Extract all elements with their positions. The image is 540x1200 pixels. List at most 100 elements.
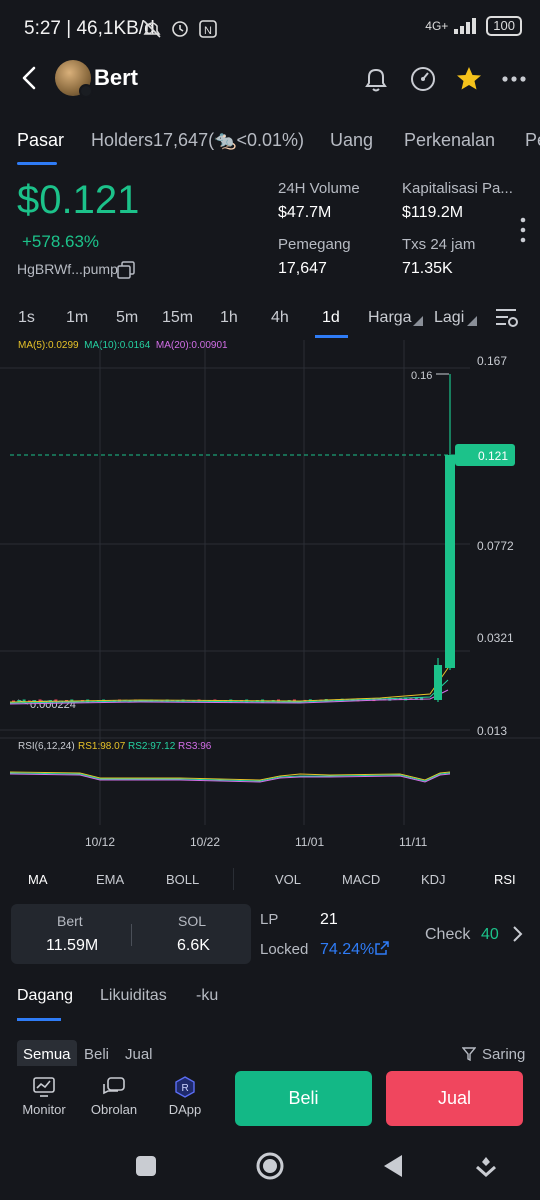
dapp-icon: R xyxy=(175,1076,195,1098)
bottom-action-bar: Monitor Obrolan R DApp Beli Jual xyxy=(0,1066,540,1132)
stat-label-holders: Pemegang xyxy=(278,236,351,253)
indicator-kdj[interactable]: KDJ xyxy=(421,872,446,887)
nav-chat-label: Obrolan xyxy=(90,1102,138,1117)
copy-icon[interactable] xyxy=(117,261,135,279)
interval-1h[interactable]: 1h xyxy=(220,309,238,327)
interval-1d[interactable]: 1d xyxy=(322,309,340,327)
x-axis-label: 10/22 xyxy=(190,835,221,849)
star-icon[interactable] xyxy=(454,64,484,94)
back-nav-icon[interactable] xyxy=(381,1153,405,1179)
y-axis-label: 0.0772 xyxy=(477,539,514,553)
status-bar: 5:27 | 46,1KB/d N 4G+ 100 xyxy=(0,0,540,56)
nav-monitor-label: Monitor xyxy=(22,1102,66,1117)
stat-label-volume: 24H Volume xyxy=(278,180,360,197)
pool-pair-amount: 6.6K xyxy=(177,937,210,954)
nav-monitor[interactable]: Monitor xyxy=(14,1076,74,1117)
buy-button[interactable]: Beli xyxy=(235,1071,372,1126)
rsi-title: RSI(6,12,24) xyxy=(18,741,75,752)
tab-holders[interactable]: Holders17,647(🐀<0.01%) xyxy=(91,130,304,151)
status-notification-icons: N xyxy=(143,20,217,38)
tab-intro[interactable]: Perkenalan xyxy=(404,130,495,151)
indicator-ema[interactable]: EMA xyxy=(96,872,124,887)
home-icon[interactable] xyxy=(255,1151,285,1181)
interval-indicator xyxy=(315,335,348,338)
subtab-trades[interactable]: Dagang xyxy=(17,987,73,1005)
indicator-rsi[interactable]: RSI xyxy=(494,872,516,887)
subtab-liquidity[interactable]: Likuiditas xyxy=(100,987,167,1005)
pool-token-name: Bert xyxy=(57,913,83,929)
price-type-dropdown[interactable]: Harga xyxy=(368,309,412,327)
liquidity-pool-card: Bert 11.59M SOL 6.6K xyxy=(11,904,251,964)
external-link-icon[interactable] xyxy=(374,940,390,956)
price-change: +578.63% xyxy=(22,232,100,251)
x-axis-label: 11/01 xyxy=(295,835,325,849)
more-icon[interactable] xyxy=(499,64,529,94)
indicator-boll[interactable]: BOLL xyxy=(166,872,199,887)
interval-15m[interactable]: 15m xyxy=(162,309,193,327)
sell-button[interactable]: Jual xyxy=(386,1071,523,1126)
network-indicator: 4G+ xyxy=(425,19,449,33)
nav-dapp[interactable]: R DApp xyxy=(155,1076,215,1117)
recent-apps-icon[interactable] xyxy=(134,1154,158,1178)
tab-more[interactable]: Pe xyxy=(525,130,540,151)
assist-icon[interactable] xyxy=(474,1154,498,1178)
svg-text:R: R xyxy=(182,1083,189,1094)
token-price: $0.121 xyxy=(17,178,140,222)
lp-value: 21 xyxy=(320,911,338,928)
indicator-vol[interactable]: VOL xyxy=(275,872,301,887)
locked-value[interactable]: 74.24% xyxy=(320,941,374,959)
check-score[interactable]: 40 xyxy=(481,926,499,944)
tab-indicator xyxy=(17,162,57,165)
nav-chat[interactable]: Obrolan xyxy=(84,1076,144,1117)
tab-money[interactable]: Uang xyxy=(330,130,373,151)
gauge-icon[interactable] xyxy=(408,64,438,94)
stats-more-icon[interactable] xyxy=(518,216,528,244)
check-label[interactable]: Check xyxy=(425,926,470,944)
battery-icon: 100 xyxy=(486,16,522,36)
x-axis-label: 11/11 xyxy=(399,835,428,849)
stat-value-txs: 71.35K xyxy=(402,260,453,277)
stat-label-marketcap: Kapitalisasi Pa... xyxy=(402,180,513,197)
more-intervals-dropdown[interactable]: Lagi xyxy=(434,309,464,327)
solana-badge-icon xyxy=(79,84,93,98)
chevron-right-icon[interactable] xyxy=(511,925,523,943)
svg-text:N: N xyxy=(204,25,212,37)
subtab-mine[interactable]: -ku xyxy=(196,987,218,1005)
interval-1s[interactable]: 1s xyxy=(18,309,35,327)
candle xyxy=(12,700,15,702)
pool-pair-name: SOL xyxy=(178,913,207,929)
monitor-icon xyxy=(33,1077,55,1097)
status-time: 5:27 | 46,1KB/d xyxy=(24,18,155,39)
page-title: Bert xyxy=(94,65,139,90)
price-chart[interactable]: 0.167 0.0772 0.0321 0.013 0.121 0.16 0.0… xyxy=(0,340,540,860)
interval-1m[interactable]: 1m xyxy=(66,309,88,327)
y-axis-label: 0.013 xyxy=(477,724,507,738)
contract-address: HgBRWf...pump xyxy=(17,261,118,277)
app-header: Bert xyxy=(0,56,540,104)
interval-5m[interactable]: 5m xyxy=(116,309,138,327)
indicator-divider xyxy=(233,868,234,890)
subtab-indicator xyxy=(17,1018,61,1021)
candle-big-1 xyxy=(434,665,442,700)
indicator-ma[interactable]: MA xyxy=(28,872,48,887)
filter-icon[interactable] xyxy=(462,1047,476,1061)
candle-big-2 xyxy=(445,455,455,668)
token-avatar xyxy=(55,60,93,98)
high-price-label: 0.16 xyxy=(411,370,432,382)
chat-icon xyxy=(103,1077,125,1095)
dropdown-caret-icon xyxy=(467,316,477,326)
lp-label: LP xyxy=(260,911,279,928)
bell-icon[interactable] xyxy=(361,64,391,94)
indicator-macd[interactable]: MACD xyxy=(342,872,380,887)
stat-value-volume: $47.7M xyxy=(278,204,332,221)
rsi-rs3: RS3:96 xyxy=(178,741,212,752)
interval-4h[interactable]: 4h xyxy=(271,309,289,327)
x-axis-label: 10/12 xyxy=(85,835,116,849)
dropdown-caret-icon xyxy=(413,316,423,326)
tab-market[interactable]: Pasar xyxy=(17,130,64,151)
stat-label-txs: Txs 24 jam xyxy=(402,236,476,253)
back-arrow-icon[interactable] xyxy=(16,62,42,94)
nav-dapp-label: DApp xyxy=(168,1102,202,1117)
chart-settings-icon[interactable] xyxy=(494,306,520,330)
signal-icon xyxy=(454,18,477,34)
